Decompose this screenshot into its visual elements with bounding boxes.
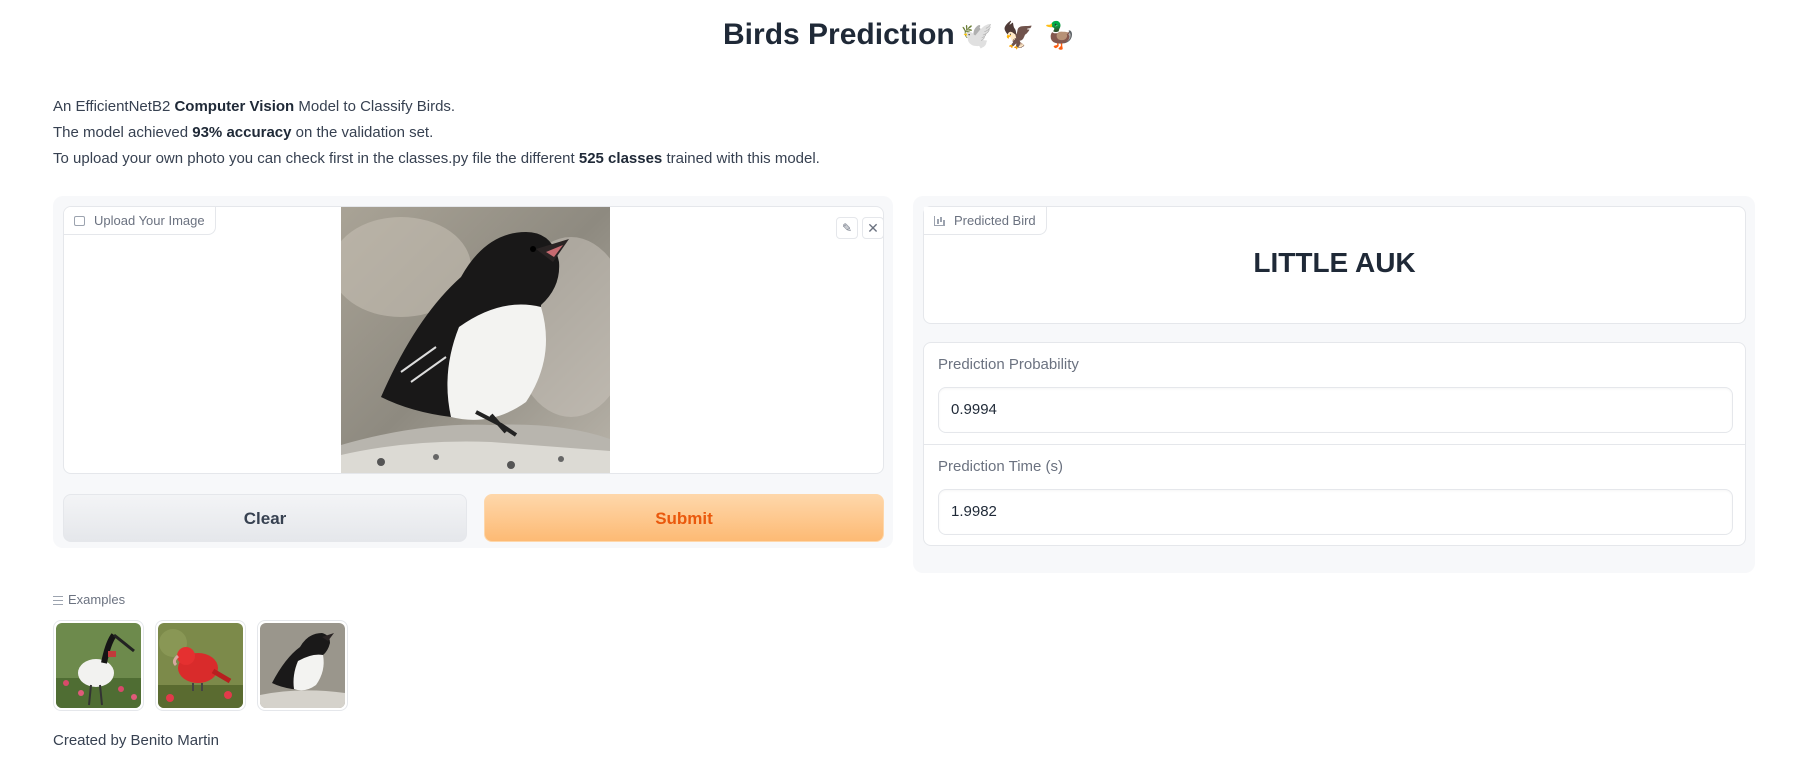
bar-chart-icon [934,216,945,226]
title-text: Birds Prediction [723,18,955,51]
output-panel: Predicted Bird LITTLE AUK Prediction Pro… [913,196,1755,573]
desc1-post: Model to Classify Birds. [294,98,456,115]
desc1-bold: Computer Vision [174,98,295,115]
predicted-bird-value: LITTLE AUK [1253,247,1416,278]
example-image-3 [260,623,345,708]
desc3-pre: To upload your own photo you can check f… [53,150,579,167]
examples-label: Examples [68,592,126,607]
probability-field: Prediction Probability 0.9994 [924,343,1745,445]
probability-textbox[interactable]: 0.9994 [938,387,1733,433]
desc3-bold: 525 classes [578,150,663,167]
bird-emoji-icons: 🕊️ 🦅 🦆 [960,21,1076,51]
predicted-bird-label: Predicted Bird [954,213,1036,228]
predicted-label-tag: Predicted Bird [924,207,1047,235]
image-icon [74,216,85,226]
image-upload-area[interactable]: Upload Your Image ✎ ✕ [63,206,884,474]
description: An EfficientNetB2 Computer Vision Model … [53,94,820,172]
submit-button[interactable]: Submit [484,494,884,542]
input-panel: Upload Your Image ✎ ✕ Clear Submit [53,196,893,548]
desc1-pre: An EfficientNetB2 [53,98,175,115]
desc2-post: on the validation set. [291,124,434,141]
desc2-pre: The model achieved [53,124,193,141]
description-line-2: The model achieved 93% accuracy on the v… [53,120,820,146]
desc3-post: trained with this model. [662,150,820,167]
close-icon[interactable]: ✕ [862,217,883,239]
upload-label: Upload Your Image [94,213,205,228]
example-image-1 [56,623,141,708]
footer-credit: Created by Benito Martin [53,732,219,749]
desc2-bold: 93% accuracy [192,124,292,141]
description-line-3: To upload your own photo you can check f… [53,146,820,172]
example-thumbnail-little-auk[interactable] [257,620,348,711]
clear-button[interactable]: Clear [63,494,467,542]
list-icon [53,596,63,606]
examples-header: Examples [53,592,125,607]
example-image-2 [158,623,243,708]
example-thumbnail-jabiru[interactable] [53,620,144,711]
time-field: Prediction Time (s) 1.9982 [924,445,1745,547]
probability-label: Prediction Probability [938,356,1079,373]
example-thumbnail-red-bird[interactable] [155,620,246,711]
description-line-1: An EfficientNetB2 Computer Vision Model … [53,94,820,120]
predicted-bird-box: Predicted Bird LITTLE AUK [923,206,1746,324]
time-textbox[interactable]: 1.9982 [938,489,1733,535]
page-title: Birds Prediction 🕊️ 🦅 🦆 [0,18,1799,52]
prediction-fields: Prediction Probability 0.9994 Prediction… [923,342,1746,546]
uploaded-bird-image [341,207,610,473]
upload-label-tag: Upload Your Image [64,207,216,235]
time-label: Prediction Time (s) [938,458,1064,475]
edit-pencil-icon[interactable]: ✎ [836,217,858,239]
